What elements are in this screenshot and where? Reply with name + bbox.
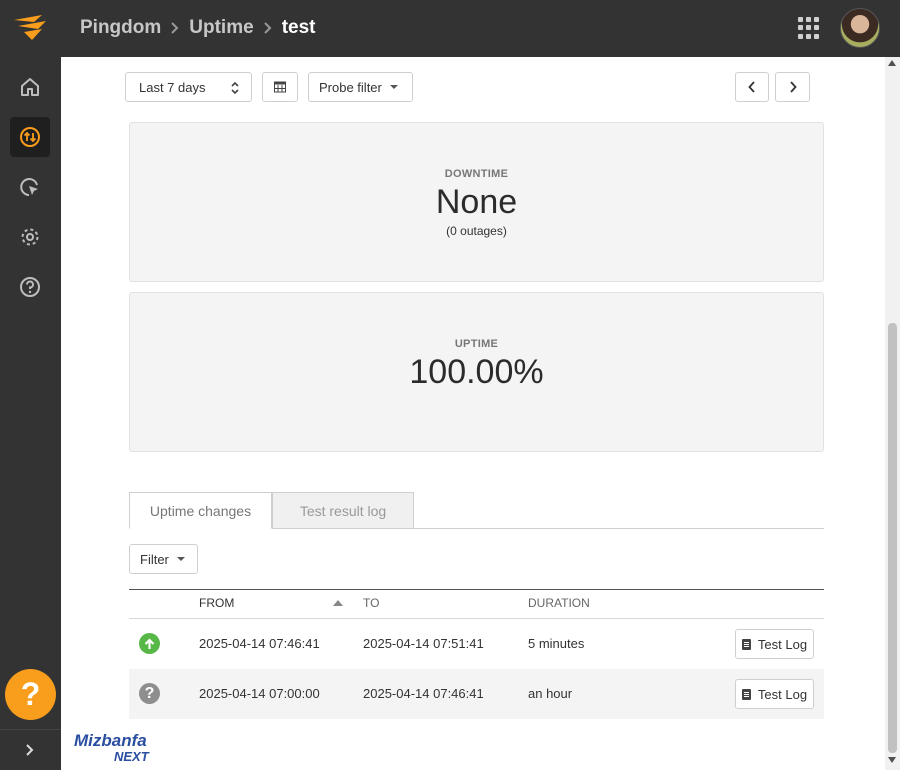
downtime-label: DOWNTIME: [444, 168, 509, 180]
calendar-icon: [274, 81, 286, 93]
column-header-duration[interactable]: DURATION: [528, 596, 590, 610]
cell-duration: an hour: [528, 686, 573, 701]
solarwinds-logo[interactable]: [12, 12, 50, 44]
date-range-label: Last 7 days: [139, 79, 206, 95]
breadcrumb: Pingdom Uptime test: [80, 15, 315, 41]
app-grid-icon[interactable]: [798, 17, 820, 39]
sidebar: ?: [0, 57, 61, 770]
test-log-label: Test Log: [757, 686, 808, 702]
filter-label: Filter: [140, 551, 169, 567]
tab-uptime-changes[interactable]: Uptime changes: [129, 492, 272, 529]
caret-down-icon: [389, 85, 398, 89]
sidebar-item-home[interactable]: [10, 67, 50, 107]
sidebar-item-help[interactable]: [10, 267, 50, 307]
table-row: ? 2025-04-14 07:00:00 2025-04-14 07:46:4…: [129, 669, 824, 719]
expand-sidebar-button[interactable]: [20, 740, 40, 760]
sidebar-item-uptime[interactable]: [10, 117, 50, 157]
chevron-right-icon: [789, 81, 797, 93]
cell-duration: 5 minutes: [528, 636, 585, 651]
scroll-down-arrow[interactable]: [888, 757, 896, 763]
document-icon: [741, 638, 751, 650]
scroll-up-arrow[interactable]: [888, 60, 896, 66]
uptime-label: UPTIME: [454, 338, 499, 350]
cell-from: 2025-04-14 07:46:41: [199, 636, 320, 651]
chevron-left-icon: [748, 81, 755, 93]
probe-filter-button[interactable]: Probe filter: [308, 72, 413, 102]
uptime-icon: [20, 127, 40, 147]
probe-filter-label: Probe filter: [319, 79, 382, 95]
table-header-border: [129, 589, 824, 590]
cell-from: 2025-04-14 07:00:00: [199, 686, 320, 701]
watermark-text-2: NEXT: [114, 749, 150, 764]
column-header-from[interactable]: FROM: [199, 596, 234, 610]
watermark-text-1: Mizbanfa: [74, 731, 147, 750]
updown-icon: [231, 81, 239, 95]
watermark-logo: Mizbanfa NEXT: [72, 731, 164, 765]
test-log-label: Test Log: [757, 636, 808, 652]
chevron-right-icon: [170, 21, 180, 35]
breadcrumb-uptime[interactable]: Uptime: [189, 17, 253, 39]
chevron-right-icon: [26, 744, 34, 756]
sidebar-item-settings[interactable]: [10, 217, 50, 257]
filter-button[interactable]: Filter: [129, 544, 198, 574]
previous-period-button[interactable]: [735, 72, 769, 102]
document-icon: [741, 688, 751, 700]
scrollbar-thumb[interactable]: [888, 323, 897, 753]
sidebar-divider: [0, 729, 61, 730]
calendar-button[interactable]: [262, 72, 298, 102]
page-speed-icon: [20, 178, 38, 196]
downtime-card: DOWNTIME None (0 outages): [129, 122, 824, 282]
help-circle-icon: [20, 277, 40, 297]
cell-to: 2025-04-14 07:51:41: [363, 636, 484, 651]
help-button[interactable]: ?: [5, 669, 56, 720]
downtime-value: None: [435, 183, 518, 221]
caret-down-icon: [176, 557, 185, 561]
chevron-right-icon: [263, 21, 273, 35]
outage-count: (0 outages): [446, 224, 507, 238]
sort-ascending-icon[interactable]: [333, 600, 343, 606]
avatar[interactable]: [840, 8, 880, 48]
cell-to: 2025-04-14 07:46:41: [363, 686, 484, 701]
settings-icon: [21, 228, 39, 246]
breadcrumb-pingdom[interactable]: Pingdom: [80, 17, 161, 39]
home-icon: [21, 78, 39, 96]
tab-test-result-log[interactable]: Test result log: [272, 492, 414, 529]
test-log-button[interactable]: Test Log: [735, 629, 814, 659]
uptime-card: UPTIME 100.00%: [129, 292, 824, 452]
test-log-button[interactable]: Test Log: [735, 679, 814, 709]
status-unknown-icon: ?: [139, 683, 160, 704]
column-header-to[interactable]: TO: [363, 596, 379, 610]
top-bar: Pingdom Uptime test: [0, 0, 900, 57]
sidebar-item-page-speed[interactable]: [10, 167, 50, 207]
date-range-select[interactable]: Last 7 days: [125, 72, 252, 102]
uptime-value: 100.00%: [409, 353, 544, 391]
status-up-icon: [139, 633, 160, 654]
breadcrumb-current: test: [281, 17, 316, 38]
table-row: 2025-04-14 07:46:41 2025-04-14 07:51:41 …: [129, 619, 824, 669]
next-period-button[interactable]: [775, 72, 810, 102]
